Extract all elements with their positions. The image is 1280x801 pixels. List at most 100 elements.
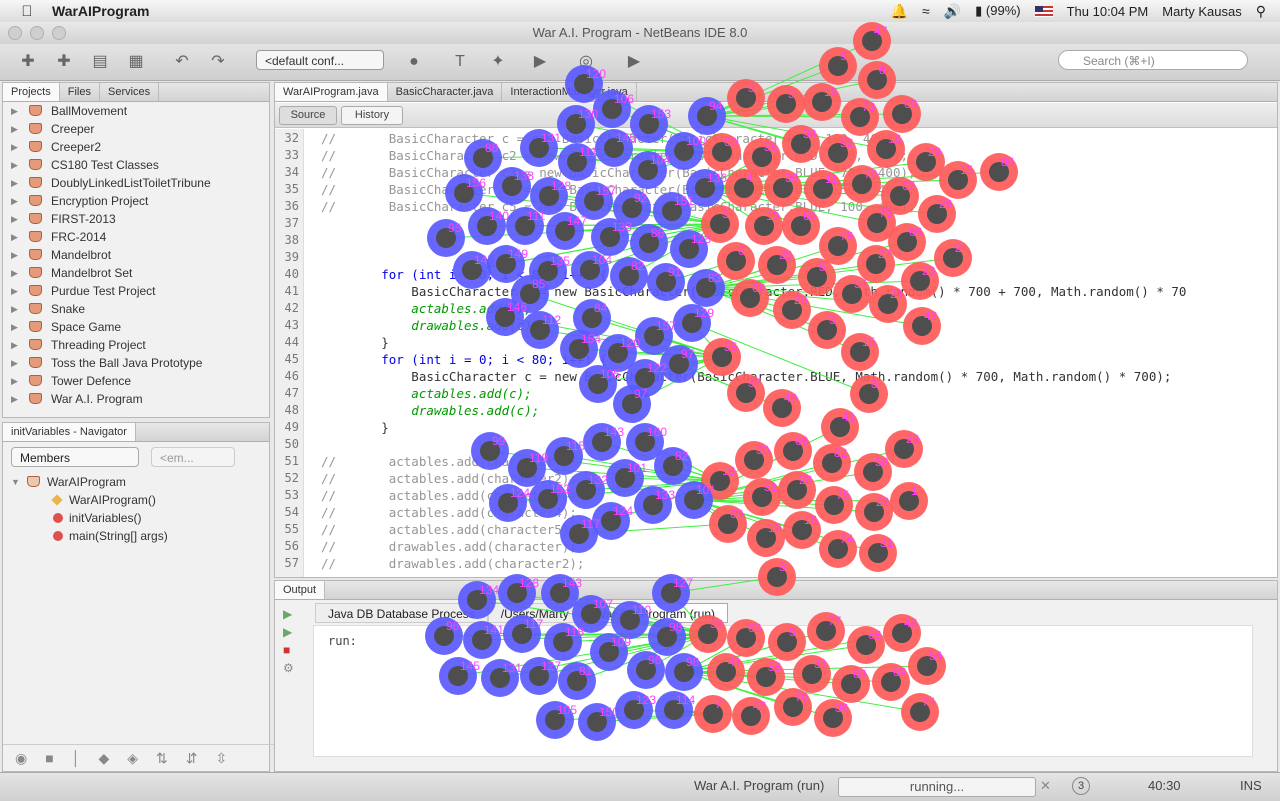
- apple-icon[interactable]: : [16, 3, 38, 20]
- notification-icon[interactable]: 🔔: [891, 3, 908, 20]
- stop-icon[interactable]: ■: [283, 643, 294, 657]
- member-main[interactable]: main(String[] args): [3, 527, 269, 545]
- undo-icon[interactable]: ↶: [170, 50, 194, 74]
- expand-triangle-icon[interactable]: ▶: [11, 318, 18, 336]
- expand-triangle-icon[interactable]: ▼: [11, 473, 20, 491]
- static-filter-icon[interactable]: │: [72, 750, 81, 766]
- expand-triangle-icon[interactable]: ▶: [11, 156, 18, 174]
- flag-icon[interactable]: [1034, 5, 1053, 17]
- user-menu[interactable]: Marty Kausas: [1162, 4, 1241, 19]
- project-label: Snake: [51, 302, 86, 316]
- expand-triangle-icon[interactable]: ▶: [11, 102, 18, 120]
- tab-interaction-manager-java[interactable]: InteractionManager.java: [502, 83, 637, 101]
- expand-triangle-icon[interactable]: ▶: [11, 300, 18, 318]
- minimize-window-button[interactable]: [30, 26, 44, 40]
- expand-triangle-icon[interactable]: ▶: [11, 228, 18, 246]
- new-file-icon[interactable]: ✚: [16, 50, 40, 74]
- rerun-customized-icon[interactable]: ▶: [283, 625, 294, 639]
- tab-navigator[interactable]: initVariables - Navigator: [3, 423, 136, 441]
- clock[interactable]: Thu 10:04 PM: [1067, 4, 1149, 19]
- zoom-window-button[interactable]: [52, 26, 66, 40]
- expand-triangle-icon[interactable]: ▶: [11, 264, 18, 282]
- project-item[interactable]: ▶ DoublyLinkedListToiletTribune: [3, 174, 269, 192]
- expand-triangle-icon[interactable]: ▶: [11, 246, 18, 264]
- open-project-icon[interactable]: ▤: [88, 50, 112, 74]
- navigator-root[interactable]: ▼ WarAIProgram: [3, 473, 269, 491]
- clean-build-icon[interactable]: ✦: [486, 50, 510, 74]
- expand-triangle-icon[interactable]: ▶: [11, 210, 18, 228]
- expand-triangle-icon[interactable]: ▶: [11, 282, 18, 300]
- project-item[interactable]: ▶ Threading Project: [3, 336, 269, 354]
- source-button[interactable]: Source: [279, 106, 337, 125]
- tab-java-db[interactable]: Java DB Database Process: [315, 603, 488, 623]
- project-item[interactable]: ▶ Mandelbrot Set: [3, 264, 269, 282]
- members-dropdown[interactable]: Members: [11, 447, 139, 467]
- project-item[interactable]: ▶ Snake: [3, 300, 269, 318]
- code-line: drawables.add(c);: [321, 403, 540, 418]
- member-constructor[interactable]: WarAIProgram(): [3, 491, 269, 509]
- spotlight-search-icon[interactable]: ⚲: [1256, 3, 1266, 20]
- configuration-select[interactable]: <default conf...: [256, 50, 384, 70]
- expand-triangle-icon[interactable]: ▶: [11, 336, 18, 354]
- rerun-icon[interactable]: ▶: [283, 607, 294, 621]
- project-item[interactable]: ▶ Creeper2: [3, 138, 269, 156]
- profile-icon[interactable]: ●: [402, 50, 426, 74]
- project-item[interactable]: ▶ Encryption Project: [3, 192, 269, 210]
- wifi-icon[interactable]: ≈: [922, 3, 930, 19]
- project-item[interactable]: ▶ FIRST-2013: [3, 210, 269, 228]
- expand-triangle-icon[interactable]: ▶: [11, 120, 18, 138]
- project-item[interactable]: ▶ FRC-2014: [3, 228, 269, 246]
- expand-triangle-icon[interactable]: ▶: [11, 174, 18, 192]
- projects-tabs: Projects Files Services: [3, 83, 269, 102]
- hammer-icon[interactable]: T: [448, 50, 472, 74]
- expand-triangle-icon[interactable]: ▶: [11, 354, 18, 372]
- filter-dropdown[interactable]: <em...: [151, 447, 235, 467]
- project-item[interactable]: ▶ BallMovement: [3, 102, 269, 120]
- member-initvariables[interactable]: initVariables(): [3, 509, 269, 527]
- tab-output[interactable]: Output: [275, 581, 326, 599]
- fields-filter-icon[interactable]: ■: [45, 750, 53, 766]
- tab-basic-character-java[interactable]: BasicCharacter.java: [388, 83, 503, 101]
- volume-icon[interactable]: 🔊: [944, 3, 961, 20]
- expand-triangle-icon[interactable]: ▶: [11, 192, 18, 210]
- output-console[interactable]: run:: [313, 625, 1253, 757]
- tab-projects[interactable]: Projects: [3, 83, 60, 101]
- new-project-icon[interactable]: ✚: [52, 50, 76, 74]
- notifications-count[interactable]: 3: [1072, 777, 1090, 795]
- nonpublic-filter-icon[interactable]: ◆: [98, 750, 109, 767]
- tab-war-ai-run[interactable]: War A.I. Program (run): [581, 603, 729, 623]
- project-item[interactable]: ▶ Purdue Test Project: [3, 282, 269, 300]
- project-item[interactable]: ▶ Tower Defence: [3, 372, 269, 390]
- tab-users-marty[interactable]: /Users/Marty: [487, 603, 582, 623]
- tab-files[interactable]: Files: [60, 83, 100, 101]
- code-editor[interactable]: WarAIProgram.java BasicCharacter.java In…: [274, 82, 1278, 578]
- battery-status[interactable]: ▮ (99%): [975, 3, 1020, 19]
- expand-triangle-icon[interactable]: ▶: [11, 138, 18, 156]
- debug-icon[interactable]: ◎: [574, 50, 598, 74]
- cancel-process-icon[interactable]: ✕: [1040, 778, 1051, 794]
- close-window-button[interactable]: [8, 26, 22, 40]
- expand-triangle-icon[interactable]: ▶: [11, 390, 18, 408]
- app-menu[interactable]: WarAIProgram: [52, 3, 150, 19]
- sort-filter-icon[interactable]: ⇅: [156, 750, 168, 767]
- expand-triangle-icon[interactable]: ▶: [11, 372, 18, 390]
- sort-name-icon[interactable]: ⇵: [186, 750, 198, 767]
- profile-project-icon[interactable]: ▶: [622, 50, 646, 74]
- tab-warai-program-java[interactable]: WarAIProgram.java: [275, 83, 388, 101]
- sort-source-icon[interactable]: ⇳: [215, 750, 227, 767]
- project-item[interactable]: ▶ Mandelbrot: [3, 246, 269, 264]
- inherited-filter-icon[interactable]: ◉: [15, 750, 27, 767]
- save-all-icon[interactable]: ▦: [124, 50, 148, 74]
- settings-icon[interactable]: ⚙: [283, 661, 294, 675]
- tab-services[interactable]: Services: [100, 83, 160, 101]
- project-item[interactable]: ▶ CS180 Test Classes: [3, 156, 269, 174]
- project-item[interactable]: ▶ Toss the Ball Java Prototype: [3, 354, 269, 372]
- history-button[interactable]: History: [341, 106, 403, 125]
- redo-icon[interactable]: ↷: [206, 50, 230, 74]
- project-item[interactable]: ▶ Space Game: [3, 318, 269, 336]
- inner-class-filter-icon[interactable]: ◈: [127, 750, 138, 767]
- run-icon[interactable]: ▶: [528, 50, 552, 74]
- search-input[interactable]: Search (⌘+I): [1058, 50, 1248, 70]
- project-item[interactable]: ▶ War A.I. Program: [3, 390, 269, 408]
- project-item[interactable]: ▶ Creeper: [3, 120, 269, 138]
